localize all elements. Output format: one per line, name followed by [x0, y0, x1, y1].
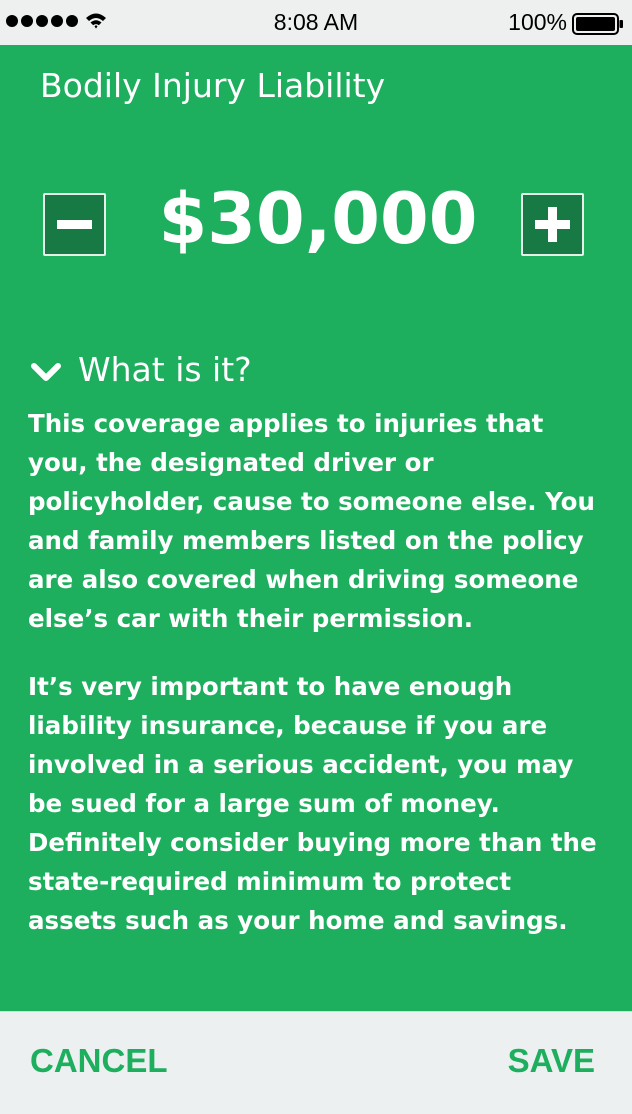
minus-icon	[57, 220, 92, 229]
footer-bar: CANCEL SAVE	[0, 1011, 632, 1114]
status-bar: 8:08 AM 100%	[0, 0, 632, 45]
page-title: Bodily Injury Liability	[40, 66, 386, 105]
what-is-it-toggle[interactable]: What is it?	[30, 350, 252, 389]
description-paragraph: It’s very important to have enough liabi…	[28, 672, 597, 935]
increase-amount-button[interactable]	[521, 193, 584, 256]
coverage-description: This coverage applies to injuries that y…	[28, 404, 608, 969]
coverage-amount: $30,000	[158, 178, 478, 260]
save-button[interactable]: SAVE	[508, 1042, 595, 1080]
cancel-button[interactable]: CANCEL	[30, 1042, 168, 1080]
chevron-down-icon	[31, 362, 61, 381]
battery-full-icon	[572, 13, 623, 35]
what-is-it-label: What is it?	[78, 350, 252, 389]
decrease-amount-button[interactable]	[43, 193, 106, 256]
description-paragraph: This coverage applies to injuries that y…	[28, 409, 595, 633]
battery-percent: 100%	[508, 9, 567, 35]
